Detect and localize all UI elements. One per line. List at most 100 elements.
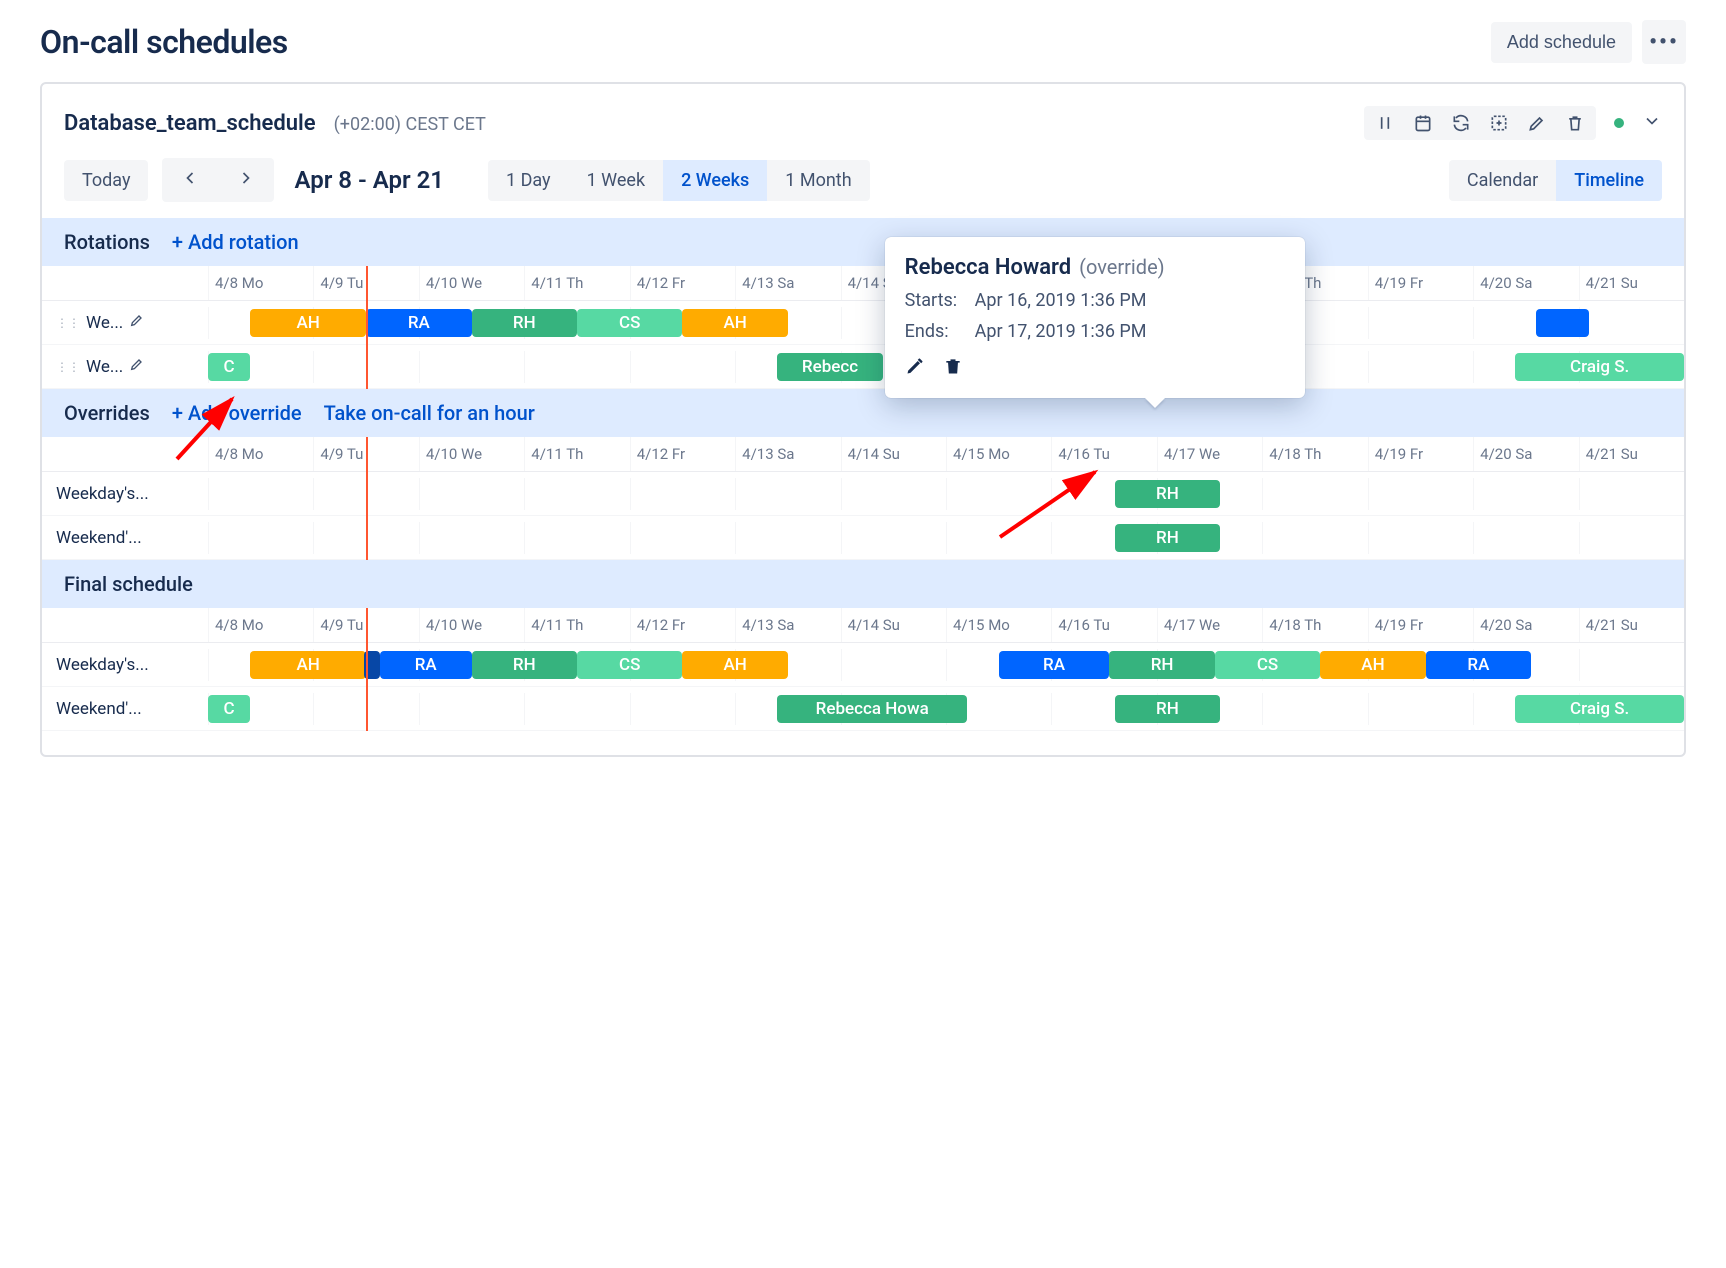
calendar-icon[interactable] bbox=[1412, 112, 1434, 134]
schedule-chip[interactable]: RH bbox=[1115, 695, 1220, 723]
schedule-chip[interactable]: RA bbox=[366, 309, 471, 337]
day-header: 4/17 We bbox=[1157, 437, 1262, 471]
today-button[interactable]: Today bbox=[64, 160, 148, 201]
schedule-chip[interactable]: CS bbox=[577, 651, 682, 679]
day-header: 4/19 Fr bbox=[1368, 437, 1473, 471]
popover-ends-value: Apr 17, 2019 1:36 PM bbox=[975, 321, 1147, 342]
schedule-chip[interactable] bbox=[364, 651, 380, 679]
row-label: Weekend'... bbox=[56, 699, 142, 719]
schedule-chip[interactable]: RH bbox=[472, 309, 577, 337]
day-header: 4/8 Mo bbox=[208, 608, 313, 642]
schedule-chip[interactable]: RA bbox=[999, 651, 1110, 679]
drag-handle-icon[interactable]: ⋮⋮ bbox=[56, 360, 80, 374]
schedule-chip[interactable]: RH bbox=[472, 651, 577, 679]
popover-starts-value: Apr 16, 2019 1:36 PM bbox=[975, 290, 1147, 311]
day-header: 4/11 Th bbox=[524, 266, 629, 300]
add-rotation-button[interactable]: + Add rotation bbox=[172, 230, 299, 254]
schedule-name: Database_team_schedule bbox=[64, 111, 316, 136]
day-header: 4/20 Sa bbox=[1473, 266, 1578, 300]
refresh-icon[interactable] bbox=[1450, 112, 1472, 134]
schedule-chip[interactable]: RA bbox=[1426, 651, 1531, 679]
day-header: 4/15 Mo bbox=[946, 437, 1051, 471]
schedule-chip[interactable]: RH bbox=[1115, 524, 1220, 552]
status-dot bbox=[1614, 118, 1624, 128]
view-option-calendar[interactable]: Calendar bbox=[1449, 160, 1556, 201]
schedule-chip[interactable]: CS bbox=[577, 309, 682, 337]
pause-icon[interactable] bbox=[1374, 112, 1396, 134]
day-header: 4/21 Su bbox=[1579, 608, 1684, 642]
popover-delete-icon[interactable] bbox=[943, 356, 963, 380]
day-header: 4/14 Su bbox=[841, 437, 946, 471]
schedule-chip[interactable]: Craig S. bbox=[1515, 353, 1684, 381]
schedule-chip[interactable]: CS bbox=[1215, 651, 1320, 679]
day-header: 4/15 Mo bbox=[946, 608, 1051, 642]
edit-row-icon[interactable] bbox=[129, 356, 145, 377]
day-header: 4/13 Sa bbox=[735, 266, 840, 300]
day-header: 4/16 Tu bbox=[1051, 608, 1156, 642]
day-header: 4/18 Th bbox=[1262, 608, 1367, 642]
edit-icon[interactable] bbox=[1526, 112, 1548, 134]
schedule-chip[interactable]: Rebecc bbox=[777, 353, 882, 381]
delete-icon[interactable] bbox=[1564, 112, 1586, 134]
day-header: 4/21 Su bbox=[1579, 266, 1684, 300]
schedule-chip[interactable] bbox=[1536, 309, 1589, 337]
collapse-chevron-icon[interactable] bbox=[1642, 111, 1662, 135]
popover-person-name: Rebecca Howard bbox=[905, 255, 1071, 280]
day-header: 4/20 Sa bbox=[1473, 437, 1578, 471]
day-header: 4/8 Mo bbox=[208, 437, 313, 471]
day-header: 4/12 Fr bbox=[630, 608, 735, 642]
more-menu-button[interactable]: ••• bbox=[1642, 20, 1686, 64]
view-segmented-control: CalendarTimeline bbox=[1449, 160, 1662, 201]
day-header: 4/11 Th bbox=[524, 437, 629, 471]
schedule-chip[interactable]: C bbox=[208, 695, 250, 723]
span-option-1-week[interactable]: 1 Week bbox=[569, 160, 664, 201]
day-header: 4/20 Sa bbox=[1473, 608, 1578, 642]
view-option-timeline[interactable]: Timeline bbox=[1556, 160, 1662, 201]
edit-row-icon[interactable] bbox=[129, 312, 145, 333]
row-label: Weekend'... bbox=[56, 528, 142, 548]
schedule-chip[interactable]: AH bbox=[250, 309, 366, 337]
day-header: 4/10 We bbox=[419, 437, 524, 471]
schedule-chip[interactable]: AH bbox=[1320, 651, 1425, 679]
day-header: 4/18 Th bbox=[1262, 437, 1367, 471]
drag-handle-icon[interactable]: ⋮⋮ bbox=[56, 316, 80, 330]
schedule-chip[interactable]: RA bbox=[380, 651, 472, 679]
schedule-chip[interactable]: AH bbox=[250, 651, 366, 679]
final-schedule-title: Final schedule bbox=[64, 572, 193, 596]
popover-starts-label: Starts: bbox=[905, 290, 961, 311]
day-header: 4/14 Su bbox=[841, 608, 946, 642]
next-button[interactable] bbox=[218, 158, 274, 202]
override-popover: Rebecca Howard (override) Starts:Apr 16,… bbox=[885, 237, 1305, 398]
schedule-chip[interactable]: AH bbox=[682, 651, 787, 679]
prev-button[interactable] bbox=[162, 158, 218, 202]
schedule-timezone: (+02:00) CEST CET bbox=[334, 114, 486, 135]
day-header: 4/19 Fr bbox=[1368, 266, 1473, 300]
add-override-button[interactable]: + Add override bbox=[172, 401, 302, 425]
popover-edit-icon[interactable] bbox=[905, 356, 925, 380]
schedule-chip[interactable]: AH bbox=[682, 309, 787, 337]
day-header: 4/19 Fr bbox=[1368, 608, 1473, 642]
popover-ends-label: Ends: bbox=[905, 321, 961, 342]
day-header: 4/17 We bbox=[1157, 608, 1262, 642]
add-schedule-button[interactable]: Add schedule bbox=[1491, 22, 1632, 63]
day-header: 4/13 Sa bbox=[735, 437, 840, 471]
span-option-1-day[interactable]: 1 Day bbox=[488, 160, 569, 201]
schedule-chip[interactable]: RH bbox=[1115, 480, 1220, 508]
day-header: 4/8 Mo bbox=[208, 266, 313, 300]
date-range-label: Apr 8 - Apr 21 bbox=[288, 166, 450, 194]
schedule-chip[interactable]: Rebecca Howa bbox=[777, 695, 967, 723]
span-option-1-month[interactable]: 1 Month bbox=[767, 160, 869, 201]
schedule-chip[interactable]: C bbox=[208, 353, 250, 381]
span-option-2-weeks[interactable]: 2 Weeks bbox=[663, 160, 767, 201]
overrides-title: Overrides bbox=[64, 401, 150, 425]
day-header: 4/9 Tu bbox=[313, 608, 418, 642]
row-label: We... bbox=[86, 313, 123, 333]
day-header: 4/10 We bbox=[419, 608, 524, 642]
take-on-call-button[interactable]: Take on-call for an hour bbox=[324, 401, 535, 425]
day-header: 4/12 Fr bbox=[630, 437, 735, 471]
schedule-chip[interactable]: Craig S. bbox=[1515, 695, 1684, 723]
schedule-chip[interactable]: RH bbox=[1109, 651, 1214, 679]
span-segmented-control: 1 Day1 Week2 Weeks1 Month bbox=[488, 160, 870, 201]
day-header: 4/13 Sa bbox=[735, 608, 840, 642]
export-icon[interactable] bbox=[1488, 112, 1510, 134]
